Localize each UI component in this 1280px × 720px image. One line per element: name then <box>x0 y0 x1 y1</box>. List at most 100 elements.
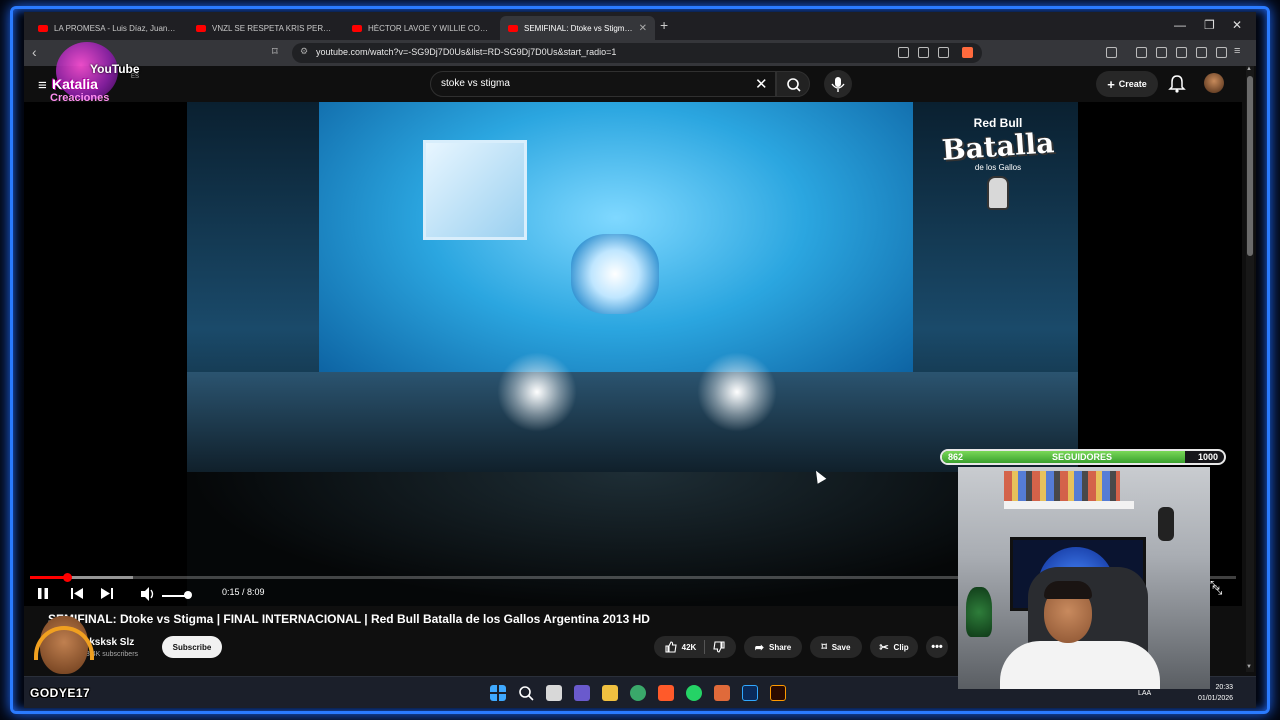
stream-frame: LA PROMESA - Luis Díaz, Juanda Iriarte V… <box>0 0 1280 720</box>
time-display: 0:15 / 8:09 <box>222 587 265 597</box>
channel-watermark-logo[interactable]: YouTube Katalia Creaciones <box>46 38 140 108</box>
youtube-icon <box>38 24 48 32</box>
clip-button[interactable]: ✂ Clip <box>870 636 918 658</box>
tab-title: SEMIFINAL: Dtoke vs Stigma | FINAL <box>524 23 635 33</box>
share-page-icon[interactable] <box>938 47 949 58</box>
tab-title: VNZL SE RESPETA KRIS PERR@ - YouTube <box>212 23 335 33</box>
windows-start-icon[interactable] <box>490 685 506 701</box>
back-icon[interactable]: ‹ <box>32 44 37 60</box>
file-explorer-icon[interactable] <box>602 685 618 701</box>
create-button[interactable]: + Create <box>1096 71 1158 97</box>
more-actions-button[interactable]: ••• <box>926 636 948 658</box>
streamer-person <box>1000 581 1160 689</box>
save-label: Save <box>831 642 851 652</box>
scrubber-handle[interactable] <box>63 573 73 582</box>
scrollbar-thumb[interactable] <box>1247 76 1253 256</box>
country-code: ES <box>131 74 140 80</box>
tab-2[interactable]: VNZL SE RESPETA KRIS PERR@ - YouTube <box>188 16 343 40</box>
clear-search-icon[interactable]: ✕ <box>755 75 768 93</box>
video-title: SEMIFINAL: Dtoke vs Stigma | FINAL INTER… <box>48 612 650 626</box>
streamer-shirt <box>1000 641 1160 689</box>
played-bar <box>30 576 68 579</box>
christmas-tree <box>966 587 992 637</box>
pause-icon[interactable] <box>36 586 50 602</box>
subscribe-button[interactable]: Subscribe <box>162 636 222 658</box>
clock-date: 01/01/2026 <box>1198 695 1234 702</box>
url-text: youtube.com/watch?v=-SG9Dj7D0Us&list=RD-… <box>316 47 617 57</box>
translate-icon[interactable] <box>918 47 929 58</box>
site-info-icon[interactable]: ⚙ <box>300 46 308 57</box>
screen-event-logo <box>571 234 659 314</box>
save-button[interactable]: ⌑ Save <box>810 636 862 658</box>
language-indicator[interactable]: LAA <box>1138 690 1151 697</box>
voice-search-button[interactable] <box>824 70 852 98</box>
brave-shield-icon[interactable] <box>962 47 973 58</box>
next-icon[interactable] <box>100 586 114 602</box>
chrome-icon[interactable] <box>630 685 646 701</box>
taskbar-search-icon[interactable] <box>518 685 534 701</box>
whatsapp-icon[interactable] <box>686 685 702 701</box>
search-query: stoke vs stigma <box>441 78 510 89</box>
tab-3[interactable]: HÉCTOR LAVOE Y WILLIE COLÓN 🎵 <box>344 16 499 40</box>
thumbs-up-icon <box>665 641 677 653</box>
tab-1[interactable]: LA PROMESA - Luis Díaz, Juanda Iriarte <box>30 16 185 40</box>
streaming-microphone <box>1158 507 1174 541</box>
follower-goal-bar: 862 SEGUIDORES 1000 <box>940 449 1226 465</box>
stage-light-flash <box>697 352 777 432</box>
share-icon: ➦ <box>754 641 764 654</box>
like-dislike-group: 42K <box>654 636 736 658</box>
follower-label: SEGUIDORES <box>1052 452 1113 462</box>
stage-light-flash <box>497 352 577 432</box>
youtube-icon <box>508 24 518 32</box>
tab-4-active[interactable]: SEMIFINAL: Dtoke vs Stigma | FINAL ✕ <box>500 16 655 40</box>
follower-current: 862 <box>948 452 964 462</box>
search-input[interactable]: stoke vs stigma ✕ <box>430 71 776 97</box>
volume-handle[interactable] <box>183 591 192 599</box>
account-avatar[interactable] <box>1204 73 1224 93</box>
photoshop-icon[interactable] <box>742 685 758 701</box>
streamer-webcam <box>958 467 1210 689</box>
microphone-logo-icon <box>987 176 1009 210</box>
scissors-icon: ✂ <box>879 641 889 654</box>
restore-icon[interactable]: ❐ <box>1204 18 1215 32</box>
notifications-bell-icon[interactable] <box>1168 73 1186 93</box>
plus-icon: + <box>1107 76 1115 92</box>
extensions-icon[interactable] <box>1196 47 1207 58</box>
close-window-icon[interactable]: ✕ <box>1232 18 1242 32</box>
share-button[interactable]: ➦ Share <box>744 636 802 658</box>
logo-title-text: Batalla <box>940 126 1056 167</box>
minimize-icon[interactable]: — <box>1174 18 1186 32</box>
vpn-icon[interactable] <box>1216 47 1227 58</box>
share-label: Share <box>768 642 792 652</box>
address-bar-row: ‹ ⌑ ⚙ youtube.com/watch?v=-SG9Dj7D0Us&li… <box>24 40 1256 66</box>
tab-search-icon[interactable] <box>1106 47 1117 58</box>
clip-label: Clip <box>893 642 909 652</box>
close-tab-icon[interactable]: ✕ <box>639 23 647 34</box>
cast-icon[interactable] <box>898 47 909 58</box>
like-button[interactable]: 42K <box>665 641 696 653</box>
wallet-icon[interactable] <box>1176 47 1187 58</box>
volume-icon[interactable] <box>140 586 156 602</box>
illustrator-icon[interactable] <box>770 685 786 701</box>
browser-menu-icon[interactable]: ≡ <box>1234 45 1245 57</box>
previous-icon[interactable] <box>70 586 84 602</box>
address-bar[interactable]: ⚙ youtube.com/watch?v=-SG9Dj7D0Us&list=R… <box>292 43 982 63</box>
dislike-button[interactable] <box>713 641 725 653</box>
new-tab-icon[interactable]: + <box>660 17 668 33</box>
stage-led-screen <box>319 102 913 392</box>
search-button[interactable] <box>776 71 810 97</box>
brave-icon[interactable] <box>658 685 674 701</box>
tab-title: LA PROMESA - Luis Díaz, Juanda Iriarte <box>54 23 177 33</box>
bookmark-icon[interactable]: ⌑ <box>272 45 278 58</box>
youtube-icon <box>352 24 362 32</box>
scroll-down-icon[interactable]: ▼ <box>1246 664 1252 670</box>
save-bookmark-icon: ⌑ <box>821 641 827 653</box>
create-label: Create <box>1118 79 1147 89</box>
scroll-up-icon[interactable]: ▲ <box>1246 66 1252 72</box>
winrar-icon[interactable] <box>714 685 730 701</box>
task-view-icon[interactable] <box>546 685 562 701</box>
teams-icon[interactable] <box>574 685 590 701</box>
sidebar-icon[interactable] <box>1156 47 1167 58</box>
page-scrollbar[interactable]: ▲ ▼ <box>1246 66 1254 672</box>
music-icon[interactable] <box>1136 47 1147 58</box>
